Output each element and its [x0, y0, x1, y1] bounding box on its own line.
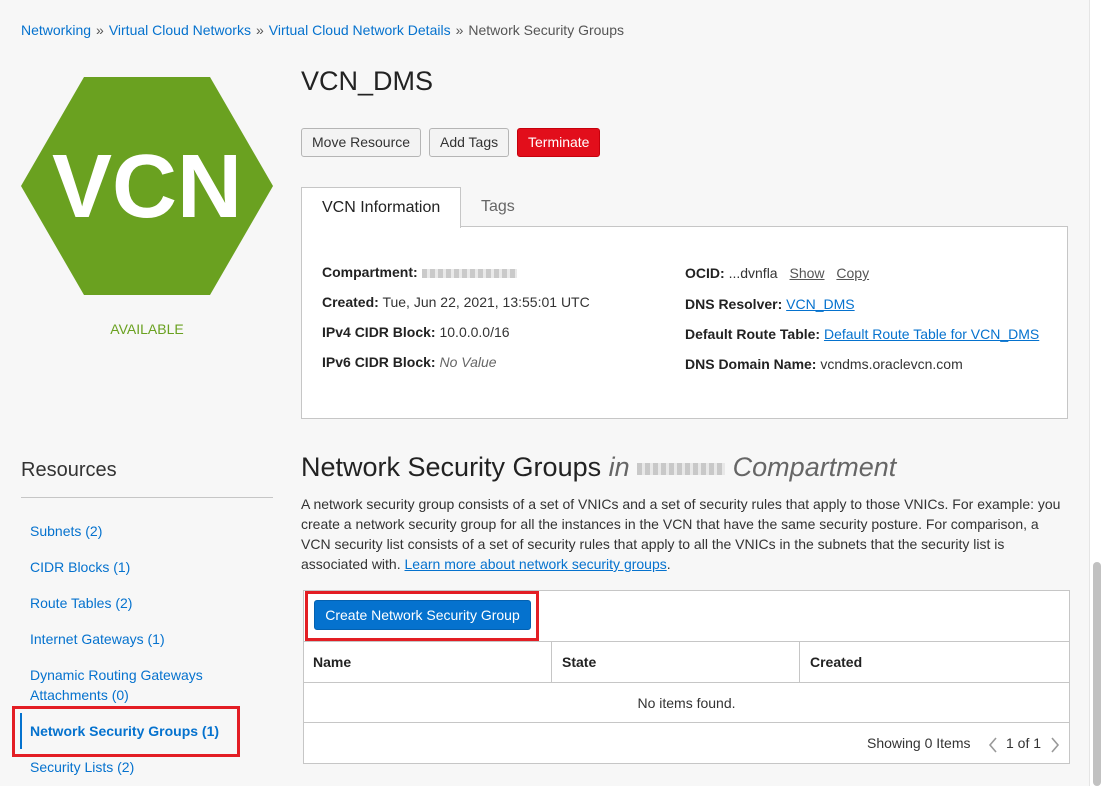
sidebar-item-internet-gateways[interactable]: Internet Gateways (1)	[30, 629, 250, 649]
ipv6-value: No Value	[439, 354, 497, 370]
dns-domain-label: DNS Domain Name:	[685, 356, 817, 372]
breadcrumb-vcn-details[interactable]: Virtual Cloud Network Details	[269, 22, 451, 38]
tab-vcn-information[interactable]: VCN Information	[301, 187, 462, 228]
dns-domain-row: DNS Domain Name: vcndms.oraclevcn.com	[685, 356, 963, 372]
breadcrumb-vcns[interactable]: Virtual Cloud Networks	[109, 22, 251, 38]
breadcrumb-networking[interactable]: Networking	[21, 22, 91, 38]
nsg-title-in: in	[608, 452, 630, 482]
created-value: Tue, Jun 22, 2021, 13:55:01 UTC	[382, 294, 590, 310]
terminate-button[interactable]: Terminate	[517, 128, 601, 157]
created-row: Created: Tue, Jun 22, 2021, 13:55:01 UTC	[322, 294, 590, 310]
highlight-box-sidebar	[12, 706, 240, 757]
vcn-info-panel	[301, 226, 1068, 419]
breadcrumb-separator: »	[255, 22, 264, 38]
route-table-row: Default Route Table: Default Route Table…	[685, 326, 1039, 342]
compartment-name-redacted	[637, 462, 726, 475]
table-empty-message: No items found.	[303, 683, 1070, 723]
created-label: Created:	[322, 294, 379, 310]
breadcrumb-separator: »	[96, 22, 104, 38]
ipv4-value: 10.0.0.0/16	[439, 324, 510, 340]
sidebar-item-security-lists[interactable]: Security Lists (2)	[30, 757, 250, 777]
breadcrumb: Networking» Virtual Cloud Networks» Virtua…	[21, 22, 624, 38]
nsg-title-text: Network Security Groups	[301, 452, 602, 482]
nsg-title-compartment: Compartment	[732, 452, 897, 482]
dns-resolver-row: DNS Resolver: VCN_DMS	[685, 296, 855, 312]
ocid-value: ...dvnfla	[728, 265, 778, 281]
chevron-left-icon[interactable]	[986, 735, 1000, 755]
chevron-right-icon[interactable]	[1048, 735, 1062, 755]
route-table-link[interactable]: Default Route Table for VCN_DMS	[824, 326, 1039, 342]
ipv6-label: IPv6 CIDR Block:	[322, 354, 436, 370]
resources-divider	[21, 497, 273, 498]
column-header-state[interactable]: State	[551, 642, 799, 682]
vcn-hexagon-icon: VCN	[21, 77, 273, 295]
dns-resolver-link[interactable]: VCN_DMS	[786, 296, 854, 312]
pagination-showing: Showing 0 Items	[867, 735, 971, 751]
route-table-label: Default Route Table:	[685, 326, 821, 342]
compartment-row: Compartment:	[322, 264, 517, 280]
sidebar-item-drg-attachments[interactable]: Dynamic Routing Gateways Attachments (0)	[30, 665, 230, 705]
column-header-created[interactable]: Created	[799, 642, 1068, 682]
compartment-label: Compartment:	[322, 264, 418, 280]
sidebar-item-cidr-blocks[interactable]: CIDR Blocks (1)	[30, 557, 250, 577]
ocid-show-link[interactable]: Show	[789, 265, 824, 281]
table-header: Name State Created	[303, 641, 1070, 683]
ocid-copy-link[interactable]: Copy	[836, 265, 869, 281]
page-title: VCN_DMS	[301, 66, 434, 96]
breadcrumb-separator: »	[455, 22, 464, 38]
nsg-description-period: .	[666, 556, 671, 572]
resources-title: Resources	[21, 459, 117, 481]
pagination-page: 1 of 1	[1006, 735, 1042, 751]
dns-domain-value: vcndms.oraclevcn.com	[820, 356, 963, 372]
status-badge: AVAILABLE	[110, 321, 184, 337]
column-header-name[interactable]: Name	[303, 642, 551, 682]
ipv4-row: IPv4 CIDR Block: 10.0.0.0/16	[322, 324, 510, 340]
scrollbar-thumb[interactable]	[1093, 562, 1101, 786]
nsg-description: A network security group consists of a s…	[301, 494, 1071, 574]
breadcrumb-current: Network Security Groups	[468, 22, 624, 38]
ipv4-label: IPv4 CIDR Block:	[322, 324, 436, 340]
nsg-section-title: Network Security Groups in Compartment	[301, 452, 896, 483]
compartment-value-redacted	[421, 268, 517, 278]
ipv6-row: IPv6 CIDR Block: No Value	[322, 354, 497, 370]
tab-tags[interactable]: Tags	[461, 187, 535, 227]
ocid-row: OCID: ...dvnfla Show Copy	[685, 265, 869, 281]
sidebar-item-subnets[interactable]: Subnets (2)	[30, 521, 250, 541]
add-tags-button[interactable]: Add Tags	[429, 128, 510, 157]
dns-resolver-label: DNS Resolver:	[685, 296, 783, 312]
highlight-box-create	[305, 591, 539, 641]
move-resource-button[interactable]: Move Resource	[301, 128, 422, 157]
sidebar-item-route-tables[interactable]: Route Tables (2)	[30, 593, 250, 613]
learn-more-link[interactable]: Learn more about network security groups	[405, 556, 667, 572]
ocid-label: OCID:	[685, 265, 725, 281]
vcn-icon-text: VCN	[52, 137, 242, 237]
